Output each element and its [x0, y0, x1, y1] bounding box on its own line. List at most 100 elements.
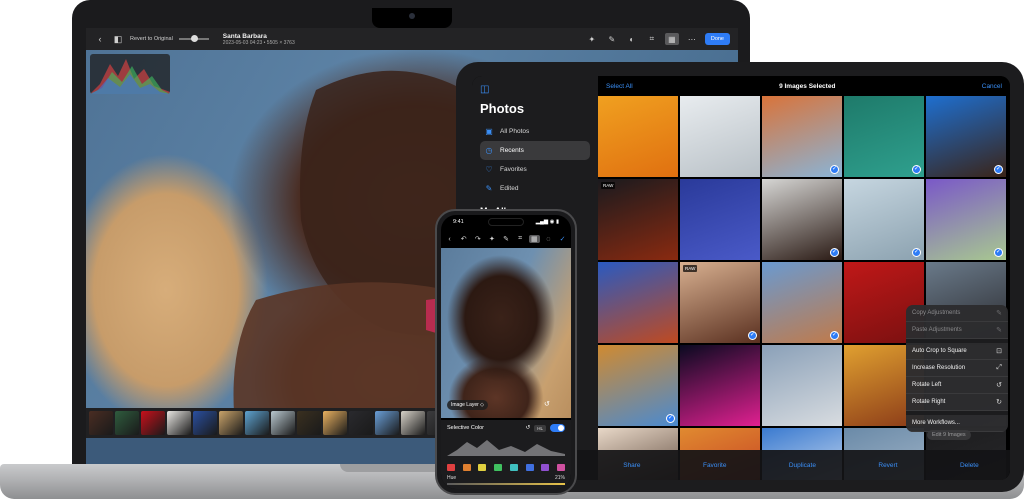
photo-stack-icon: ▣ — [485, 127, 493, 136]
filmstrip-thumbnail[interactable] — [375, 411, 399, 435]
done-button[interactable]: Done — [704, 33, 730, 45]
adjust-icon[interactable]: ▦ — [528, 235, 540, 243]
filmstrip-thumbnail[interactable] — [193, 411, 217, 435]
grid-photo[interactable] — [680, 96, 760, 177]
menu-item-copy-adjustments: Copy Adjustments ✎ — [906, 305, 1008, 322]
sidebar-item-favorites[interactable]: ♡ Favorites — [480, 160, 590, 179]
menu-item-rotate-right[interactable]: Rotate Right ↻ — [906, 394, 1008, 411]
brush-icon[interactable]: ✎ — [605, 33, 619, 45]
revert-to-original-button[interactable]: Revert to Original — [130, 36, 173, 42]
cancel-button[interactable]: Cancel — [982, 83, 1002, 90]
sidebar-item-label: All Photos — [500, 128, 530, 135]
redo-icon[interactable]: ↷ — [472, 235, 483, 243]
photo-subtitle: 2023-05-03 04:23 • 5505 × 3763 — [222, 39, 295, 46]
sidebar-item-label: Favorites — [500, 166, 527, 173]
menu-item-auto-crop-to-square[interactable]: Auto Crop to Square ⊡ — [906, 343, 1008, 360]
back-icon[interactable]: ‹ — [94, 34, 106, 44]
grid-photo[interactable]: ✓ — [762, 96, 842, 177]
grid-photo[interactable]: ✓ — [844, 96, 924, 177]
more-icon[interactable]: ◌ — [543, 236, 554, 243]
undo-icon[interactable]: ↺ — [544, 400, 550, 408]
color-swatch[interactable] — [509, 464, 518, 471]
done-icon[interactable]: ✓ — [557, 235, 568, 243]
panel-toggle[interactable] — [550, 424, 565, 432]
color-swatch[interactable] — [541, 464, 550, 471]
grid-photo[interactable] — [598, 96, 678, 177]
sidebar-item-label: Recents — [500, 147, 524, 154]
filmstrip-thumbnail[interactable] — [297, 411, 321, 435]
adjust-icon[interactable]: ▦ — [664, 33, 679, 45]
selected-check-icon: ✓ — [666, 414, 675, 423]
menu-item-increase-resolution[interactable]: Increase Resolution ⤢ — [906, 360, 1008, 377]
grid-photo[interactable]: ✓ — [762, 262, 842, 343]
grid-photo[interactable]: ✓ — [926, 96, 1006, 177]
filmstrip-thumbnail[interactable] — [401, 411, 425, 435]
raw-badge: RAW — [601, 182, 616, 189]
color-swatch[interactable] — [525, 464, 534, 471]
grid-photo[interactable]: ✓ — [598, 345, 678, 426]
filmstrip-thumbnail[interactable] — [245, 411, 269, 435]
selected-check-icon: ✓ — [748, 331, 757, 340]
grid-photo[interactable]: ✓ — [844, 179, 924, 260]
mode-chip[interactable]: HL — [534, 424, 546, 432]
image-layer-selector[interactable]: Image Layer ◇ — [447, 400, 489, 410]
filmstrip-thumbnail[interactable] — [167, 411, 191, 435]
sidebar-item-label: Edited — [500, 185, 519, 192]
color-swatch[interactable] — [462, 464, 471, 471]
menu-item-icon: ↺ — [996, 382, 1002, 389]
mask-icon[interactable]: ◐ — [625, 33, 639, 45]
grid-photo[interactable] — [598, 262, 678, 343]
zoom-slider[interactable] — [178, 35, 209, 42]
select-all-button[interactable]: Select All — [606, 83, 633, 90]
grid-photo[interactable] — [680, 345, 760, 426]
magic-wand-icon[interactable]: ✦ — [585, 33, 599, 45]
grid-photo[interactable] — [680, 179, 760, 260]
share-button[interactable]: Share — [623, 462, 640, 469]
reset-icon[interactable]: ↺ — [526, 425, 531, 431]
color-swatch[interactable] — [494, 464, 503, 471]
filmstrip-thumbnail[interactable] — [141, 411, 165, 435]
selected-check-icon: ✓ — [994, 248, 1003, 257]
favorite-button[interactable]: Favorite — [703, 462, 726, 469]
sidebar-toggle-icon[interactable]: ◫ — [480, 84, 590, 95]
edit-icon: ✎ — [485, 184, 493, 193]
crop-icon[interactable]: ⌗ — [515, 235, 526, 243]
crop-icon[interactable]: ⌗ — [645, 33, 659, 45]
selected-check-icon: ✓ — [830, 331, 839, 340]
revert-button[interactable]: Revert — [878, 462, 897, 469]
undo-icon[interactable]: ↶ — [458, 235, 469, 243]
grid-photo[interactable]: RAW — [598, 179, 678, 260]
magic-wand-icon[interactable]: ✦ — [486, 235, 497, 243]
filmstrip-thumbnail[interactable] — [349, 411, 373, 435]
iphone-photo — [441, 248, 571, 418]
back-icon[interactable]: ‹ — [444, 236, 455, 243]
edit-images-button[interactable]: Edit 9 Images — [927, 430, 971, 440]
sidebar-item-recents[interactable]: ◷ Recents — [480, 141, 590, 160]
color-swatch[interactable] — [556, 464, 565, 471]
color-swatch[interactable] — [478, 464, 487, 471]
ipad-topbar: Select All 9 Images Selected Cancel — [598, 76, 1010, 96]
duplicate-button[interactable]: Duplicate — [789, 462, 816, 469]
color-swatch[interactable] — [447, 464, 455, 471]
grid-photo[interactable]: RAW ✓ — [680, 262, 760, 343]
filmstrip-thumbnail[interactable] — [219, 411, 243, 435]
brush-icon[interactable]: ✎ — [501, 235, 512, 243]
selected-check-icon: ✓ — [830, 248, 839, 257]
more-icon[interactable]: ⋯ — [685, 33, 699, 45]
menu-item-rotate-left[interactable]: Rotate Left ↺ — [906, 377, 1008, 394]
compare-view-icon[interactable]: ◧ — [112, 34, 124, 45]
hue-slider[interactable] — [447, 483, 565, 485]
iphone-screen: 9:41 ▂▄▆ ◉ ▮ ‹ ↶ ↷ ✦ ✎ ⌗ ▦ ◌ ✓ Image Layer ◇ ↺ S… — [441, 215, 571, 489]
filmstrip-thumbnail[interactable] — [323, 411, 347, 435]
macbook-camera — [409, 13, 415, 19]
grid-photo[interactable]: ✓ — [926, 179, 1006, 260]
sidebar-item-all-photos[interactable]: ▣ All Photos — [480, 122, 590, 141]
sidebar-item-edited[interactable]: ✎ Edited — [480, 179, 590, 198]
grid-photo[interactable] — [762, 345, 842, 426]
filmstrip-thumbnail[interactable] — [115, 411, 139, 435]
filmstrip-thumbnail[interactable] — [271, 411, 295, 435]
delete-button[interactable]: Delete — [960, 462, 979, 469]
filmstrip-thumbnail[interactable] — [89, 411, 113, 435]
grid-photo[interactable]: ✓ — [762, 179, 842, 260]
dynamic-island — [488, 218, 524, 226]
